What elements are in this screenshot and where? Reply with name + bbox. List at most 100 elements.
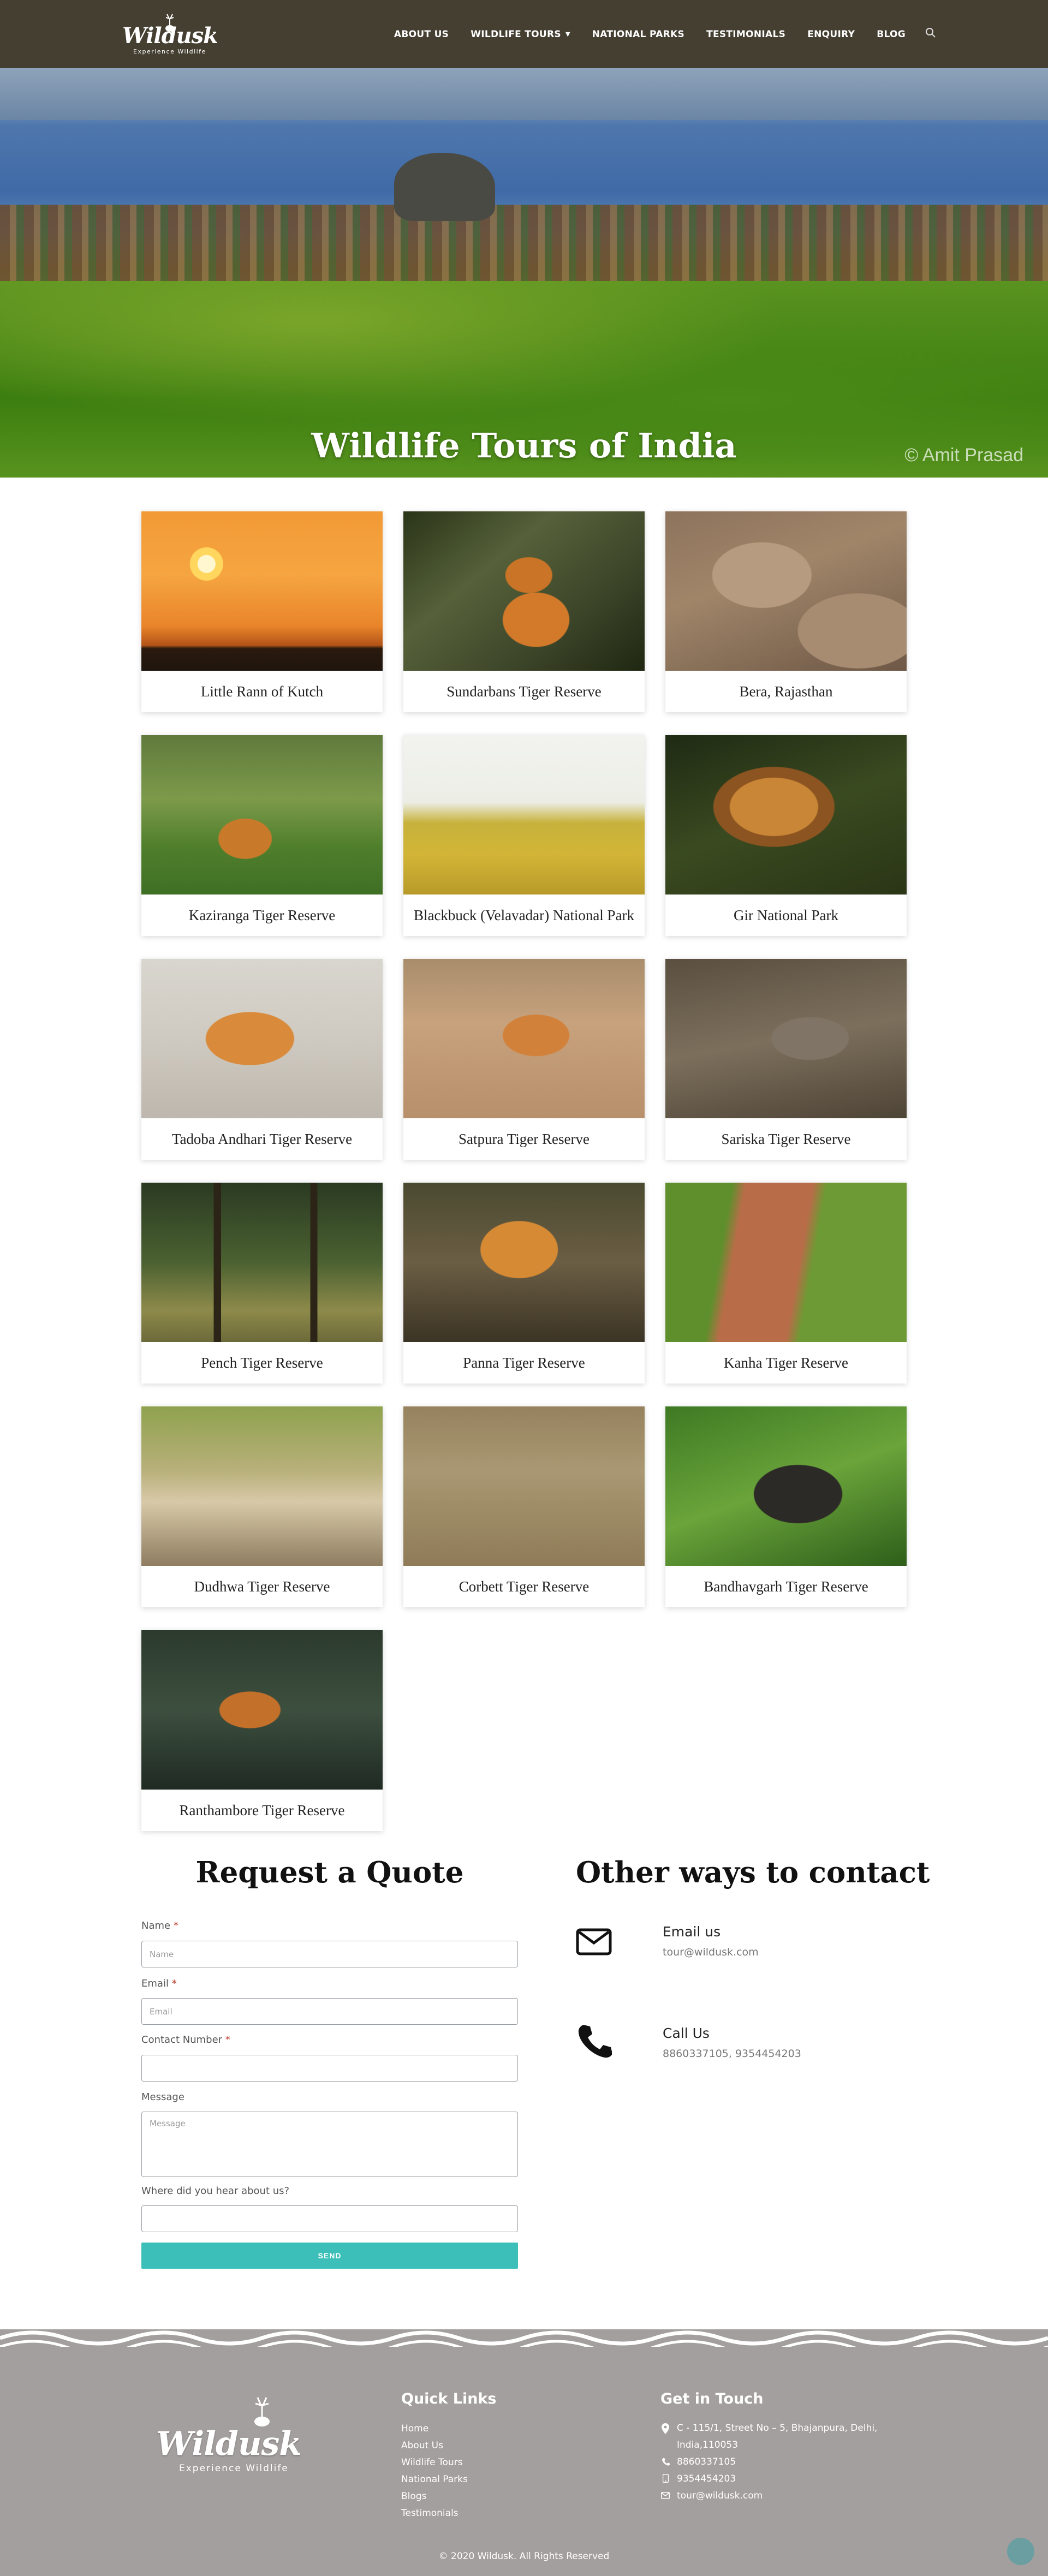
tour-card-title[interactable]: Kanha Tiger Reserve bbox=[665, 1342, 907, 1384]
hero-hills bbox=[0, 68, 1048, 120]
tour-card-image[interactable] bbox=[665, 1406, 907, 1566]
tour-card-title[interactable]: Satpura Tiger Reserve bbox=[403, 1118, 645, 1160]
hero-title: Wildlife Tours of India bbox=[311, 426, 737, 466]
phone-icon bbox=[576, 2023, 612, 2059]
tour-card[interactable]: Tadoba Andhari Tiger Reserve bbox=[141, 959, 383, 1160]
tour-card-title[interactable]: Dudhwa Tiger Reserve bbox=[141, 1566, 383, 1607]
nav-blog[interactable]: BLOG bbox=[866, 29, 916, 40]
tour-card-image[interactable] bbox=[403, 1406, 645, 1566]
call-us-heading: Call Us bbox=[663, 2025, 710, 2041]
tour-card[interactable]: Dudhwa Tiger Reserve bbox=[141, 1406, 383, 1607]
tour-card[interactable]: Kanha Tiger Reserve bbox=[665, 1183, 907, 1384]
footer-logo[interactable]: Wildusk Experience Wildlife bbox=[151, 2392, 320, 2479]
hear-about-label: Where did you hear about us? bbox=[141, 2185, 290, 2197]
footer-email[interactable]: tour@wildusk.com bbox=[660, 2488, 912, 2505]
tour-card[interactable]: Sundarbans Tiger Reserve bbox=[403, 511, 645, 712]
map-pin-icon bbox=[660, 2420, 670, 2434]
required-mark: * bbox=[171, 1978, 177, 1989]
footer-phone-1[interactable]: 8860337105 bbox=[660, 2454, 912, 2471]
tour-card-title[interactable]: Kaziranga Tiger Reserve bbox=[141, 895, 383, 936]
footer-phone-2[interactable]: 9354454203 bbox=[660, 2471, 912, 2488]
tour-card-image[interactable] bbox=[403, 959, 645, 1118]
footer-link-wildlife-tours[interactable]: Wildlife Tours bbox=[401, 2457, 462, 2468]
email-us-heading: Email us bbox=[663, 1924, 721, 1940]
tour-card[interactable]: Bera, Rajasthan bbox=[665, 511, 907, 712]
tour-card-title[interactable]: Tadoba Andhari Tiger Reserve bbox=[141, 1118, 383, 1160]
tour-card-image[interactable] bbox=[665, 1183, 907, 1342]
hero-banner: Wildlife Tours of India © Amit Prasad bbox=[0, 68, 1048, 478]
tour-card[interactable]: Panna Tiger Reserve bbox=[403, 1183, 645, 1384]
tour-card-title[interactable]: Ranthambore Tiger Reserve bbox=[141, 1790, 383, 1831]
nav-enquiry[interactable]: ENQUIRY bbox=[796, 29, 866, 40]
tour-card-image[interactable] bbox=[665, 959, 907, 1118]
nav-about-us[interactable]: ABOUT US bbox=[383, 29, 460, 40]
footer-address-text: C - 115/1, Street No – 5, Bhajanpura, De… bbox=[677, 2420, 877, 2453]
tour-card[interactable]: Corbett Tiger Reserve bbox=[403, 1406, 645, 1607]
tour-card-image[interactable] bbox=[141, 1406, 383, 1566]
footer-link-home[interactable]: Home bbox=[401, 2423, 428, 2434]
tour-card-title[interactable]: Panna Tiger Reserve bbox=[403, 1342, 645, 1384]
footer-link-about-us[interactable]: About Us bbox=[401, 2440, 443, 2451]
send-button[interactable]: SEND bbox=[141, 2243, 518, 2269]
tour-card[interactable]: Blackbuck (Velavadar) National Park bbox=[403, 735, 645, 936]
hear-about-field[interactable] bbox=[141, 2205, 518, 2232]
footer-address: C - 115/1, Street No – 5, Bhajanpura, De… bbox=[660, 2420, 912, 2453]
footer-link-national-parks[interactable]: National Parks bbox=[401, 2474, 468, 2485]
tour-card-title[interactable]: Little Rann of Kutch bbox=[141, 671, 383, 712]
tour-card-image[interactable] bbox=[403, 735, 645, 895]
tour-card[interactable]: Sariska Tiger Reserve bbox=[665, 959, 907, 1160]
copyright: © 2020 Wildusk. All Rights Reserved bbox=[438, 2551, 610, 2562]
tour-card-image[interactable] bbox=[403, 1183, 645, 1342]
tours-grid: Little Rann of Kutch Sundarbans Tiger Res… bbox=[141, 511, 907, 1831]
hero-deer-herd bbox=[0, 205, 1048, 287]
envelope-icon bbox=[660, 2488, 670, 2499]
footer-phone-2-text: 9354454203 bbox=[677, 2473, 736, 2484]
contact-number-field[interactable] bbox=[141, 2055, 518, 2082]
email-field[interactable]: Email bbox=[141, 1998, 518, 2025]
footer-logo-tagline: Experience Wildlife bbox=[179, 2463, 289, 2474]
tour-card-image[interactable] bbox=[665, 735, 907, 895]
footer-link-testimonials[interactable]: Testimonials bbox=[401, 2508, 458, 2519]
tour-card-title[interactable]: Bandhavgarh Tiger Reserve bbox=[665, 1566, 907, 1607]
nav-testimonials[interactable]: TESTIMONIALS bbox=[695, 29, 796, 40]
nav-national-parks[interactable]: NATIONAL PARKS bbox=[581, 29, 695, 40]
tour-card[interactable]: Pench Tiger Reserve bbox=[141, 1183, 383, 1384]
site-logo[interactable]: Wildusk Experience Wildlife bbox=[120, 12, 218, 57]
tour-card-title[interactable]: Sariska Tiger Reserve bbox=[665, 1118, 907, 1160]
tour-card-image[interactable] bbox=[141, 735, 383, 895]
tour-card[interactable]: Ranthambore Tiger Reserve bbox=[141, 1630, 383, 1831]
email-label-text: Email bbox=[141, 1978, 169, 1989]
tour-card-image[interactable] bbox=[141, 511, 383, 671]
other-contact-title: Other ways to contact bbox=[576, 1856, 930, 1889]
search-icon[interactable] bbox=[916, 27, 936, 41]
tour-card[interactable]: Bandhavgarh Tiger Reserve bbox=[665, 1406, 907, 1607]
tour-card-image[interactable] bbox=[141, 1183, 383, 1342]
tour-card[interactable]: Satpura Tiger Reserve bbox=[403, 959, 645, 1160]
footer-link-blogs[interactable]: Blogs bbox=[401, 2491, 426, 2502]
email-us-link[interactable]: tour@wildusk.com bbox=[663, 1946, 759, 1958]
tour-card-title[interactable]: Blackbuck (Velavadar) National Park bbox=[403, 895, 645, 936]
tour-card[interactable]: Little Rann of Kutch bbox=[141, 511, 383, 712]
required-mark: * bbox=[225, 2034, 230, 2046]
footer-phone-1-text: 8860337105 bbox=[677, 2456, 736, 2467]
nav-wildlife-tours[interactable]: WILDLIFE TOURS ▼ bbox=[460, 29, 581, 40]
logo-tagline: Experience Wildlife bbox=[133, 48, 206, 55]
tour-card[interactable]: Gir National Park bbox=[665, 735, 907, 936]
message-field[interactable]: Message bbox=[141, 2112, 518, 2177]
tour-card-image[interactable] bbox=[403, 511, 645, 671]
footer-address-line1: C - 115/1, Street No – 5, Bhajanpura, De… bbox=[677, 2423, 878, 2434]
tour-card-title[interactable]: Corbett Tiger Reserve bbox=[403, 1566, 645, 1607]
tour-card-image[interactable] bbox=[665, 511, 907, 671]
chat-widget-button[interactable] bbox=[1007, 2538, 1034, 2565]
call-us-numbers[interactable]: 8860337105, 9354454203 bbox=[663, 2048, 801, 2060]
tour-card-title[interactable]: Bera, Rajasthan bbox=[665, 671, 907, 712]
tour-card-title[interactable]: Gir National Park bbox=[665, 895, 907, 936]
site-header: Wildusk Experience Wildlife ABOUT US WIL… bbox=[0, 0, 1048, 68]
name-field[interactable]: Name bbox=[141, 1941, 518, 1967]
footer-logo-text: Wildusk bbox=[156, 2425, 302, 2463]
tour-card-image[interactable] bbox=[141, 1630, 383, 1790]
tour-card-title[interactable]: Pench Tiger Reserve bbox=[141, 1342, 383, 1384]
tour-card-image[interactable] bbox=[141, 959, 383, 1118]
tour-card-title[interactable]: Sundarbans Tiger Reserve bbox=[403, 671, 645, 712]
tour-card[interactable]: Kaziranga Tiger Reserve bbox=[141, 735, 383, 936]
